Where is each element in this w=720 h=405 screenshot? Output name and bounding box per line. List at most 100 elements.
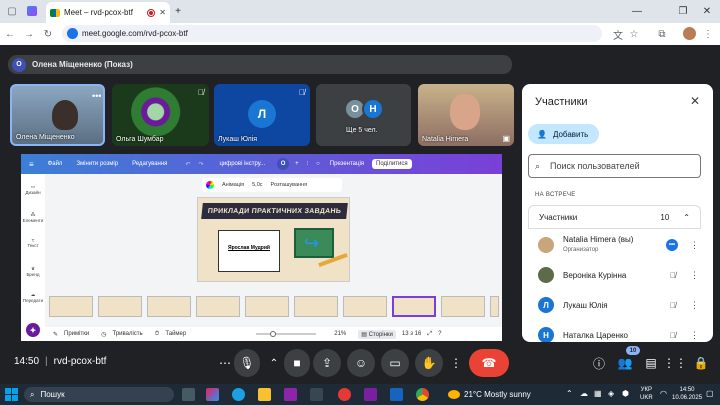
participant-tile[interactable]: 🎙̸ Л Лукаш Юлія [214,84,310,146]
file-explorer-icon[interactable] [258,388,271,401]
canva-doc-title[interactable]: цифрові інстру... [219,161,265,167]
slide-thumbnail-selected[interactable] [392,296,436,317]
chat-icon[interactable]: ▤ [640,349,662,377]
fullscreen-icon[interactable]: ⤢ [427,331,432,338]
language-indicator[interactable]: УКР UKR [640,386,653,402]
more-audio-options-icon[interactable]: ⋯ [216,349,234,377]
canva-magic-icon[interactable]: ✦ [26,323,40,337]
forward-icon[interactable]: → [23,28,35,40]
new-tab-icon[interactable]: + [172,5,184,17]
slide-thumbnail[interactable] [490,296,499,317]
help-icon[interactable]: ? [438,331,441,337]
participant-row[interactable]: Natalia Himera (вы) Организатор ••• ⋮ [522,231,713,259]
app-icon[interactable] [284,388,297,401]
profile-avatar[interactable] [683,27,696,40]
participant-more-icon[interactable]: ⋮ [690,330,699,341]
color-picker-icon[interactable] [206,181,214,189]
participant-tile[interactable]: О Н Ще 5 чел. [316,84,411,146]
more-options-icon[interactable]: ⋮ [447,349,465,377]
camera-button[interactable]: ■ [284,349,310,377]
slide-canvas[interactable]: ПРИКЛАДИ ПРАКТИЧНИХ ЗАВДАНЬ Ярослав Мудр… [197,197,350,282]
raise-hand-button[interactable]: ✋ [415,349,443,377]
canva-add-icon[interactable]: + [295,161,299,167]
participant-more-icon[interactable]: ⋮ [690,240,699,251]
activities-icon[interactable]: ⋮⋮ [663,349,687,377]
site-info-icon[interactable] [67,28,78,39]
participant-row[interactable]: Н Наталка Царенко 🎙̸ ⋮ [522,321,713,342]
microphone-button[interactable]: 🎙 [234,349,260,377]
slide-thumbnail[interactable] [98,296,142,317]
notifications-icon[interactable]: ▢ [706,389,714,398]
canva-share-button[interactable]: Поділитися [372,159,412,169]
extensions-icon[interactable]: ⧉ [656,28,668,40]
slide-thumbnail[interactable] [196,296,240,317]
end-call-button[interactable]: ☎ [469,349,509,377]
chrome-icon[interactable] [416,388,429,401]
undo-icon[interactable]: ↶ [185,161,190,168]
timer-button[interactable]: Таймер [165,331,186,337]
slide-thumbnail[interactable] [294,296,338,317]
participant-more-icon[interactable]: ⋮ [690,270,699,281]
canva-present[interactable]: Презентація [330,161,364,167]
back-icon[interactable]: ← [4,28,16,40]
close-window-icon[interactable]: ✕ [700,4,714,18]
host-controls-icon[interactable]: 🔒 [690,349,712,377]
app-icon[interactable] [27,6,37,16]
pages-button[interactable]: ▤ Сторінки [358,329,396,339]
notes-button[interactable]: Примітки [64,331,89,337]
address-bar[interactable]: meet.google.com/rvd-pcox-btf [62,25,602,42]
tray-icon[interactable]: ☁ [580,389,588,398]
canva-resize[interactable]: Змінити розмір [76,161,118,167]
weather-text[interactable]: 21°C Mostly sunny [464,390,531,399]
canva-side-design[interactable]: ▭ Дизайн [21,184,45,195]
taskbar-search[interactable]: ⌕ Пошук [24,387,174,402]
zoom-slider[interactable] [256,331,317,337]
captions-button[interactable]: ▭ [381,349,409,377]
tray-icon[interactable]: ▦ [594,389,602,398]
tab-search-icon[interactable]: ▢ [6,5,18,17]
app-icon[interactable] [364,388,377,401]
maximize-icon[interactable]: ❐ [676,4,690,18]
video-options-chevron-icon[interactable]: ⌃ [264,349,284,377]
tray-chevron-icon[interactable]: ⌃ [566,389,573,398]
task-view-icon[interactable] [182,388,195,401]
opera-icon[interactable] [338,388,351,401]
tray-icon[interactable]: ◈ [608,389,614,398]
add-people-button[interactable]: 👤 Добавить [528,124,599,144]
close-panel-icon[interactable]: ✕ [688,94,702,108]
slide-thumbnail[interactable] [441,296,485,317]
participant-tile[interactable]: Natalia Himera ▣ [418,84,514,146]
participant-row[interactable]: Вероніка Курінна 🎙̸ ⋮ [522,261,713,289]
app-icon[interactable] [310,388,323,401]
tray-icon[interactable]: ⬢ [622,389,629,398]
canva-comment-icon[interactable]: ○ [316,161,320,167]
slide-thumbnail[interactable] [147,296,191,317]
translate-icon[interactable]: 文 [612,28,624,42]
copilot-icon[interactable] [206,388,219,401]
minimize-icon[interactable]: — [630,4,644,18]
tile-expand-icon[interactable]: ▣ [502,134,510,143]
search-input[interactable]: ⌕ Поиск пользователей [528,154,701,178]
taskbar-clock[interactable]: 14:50 10.06.2025 [672,386,702,402]
more-options-icon[interactable]: ••• [92,91,101,101]
canva-side-text[interactable]: T Текст [21,238,45,248]
slide-thumbnail[interactable] [245,296,289,317]
reload-icon[interactable]: ↻ [42,28,54,40]
slide-thumbnail[interactable] [343,296,387,317]
participant-more-icon[interactable]: ⋮ [690,300,699,311]
duration-icon[interactable]: ◷ [101,331,106,338]
participants-group-header[interactable]: Участники 10 ⌃ [528,205,701,229]
meeting-info-icon[interactable]: ⓘ [588,349,610,377]
participant-tile[interactable]: 🎙̸ Ольга Шумбар [112,84,209,146]
word-icon[interactable] [390,388,403,401]
meet-tab[interactable]: Meet – rvd-pcox-btf ✕ [46,2,170,23]
browser-menu-icon[interactable]: ⋮ [703,28,713,40]
wifi-icon[interactable]: ◠ [660,389,667,398]
present-screen-button[interactable]: ⇪ [313,349,341,377]
participant-row[interactable]: Л Лукаш Юлія 🎙̸ ⋮ [522,291,713,319]
windows-start-icon[interactable] [5,388,18,401]
canva-side-upload[interactable]: ☁ Передати [21,292,45,303]
emoji-button[interactable]: ☺ [347,349,375,377]
canva-side-brand[interactable]: ♛ Бренд [21,266,45,277]
canva-edit[interactable]: Редагування [132,161,167,167]
